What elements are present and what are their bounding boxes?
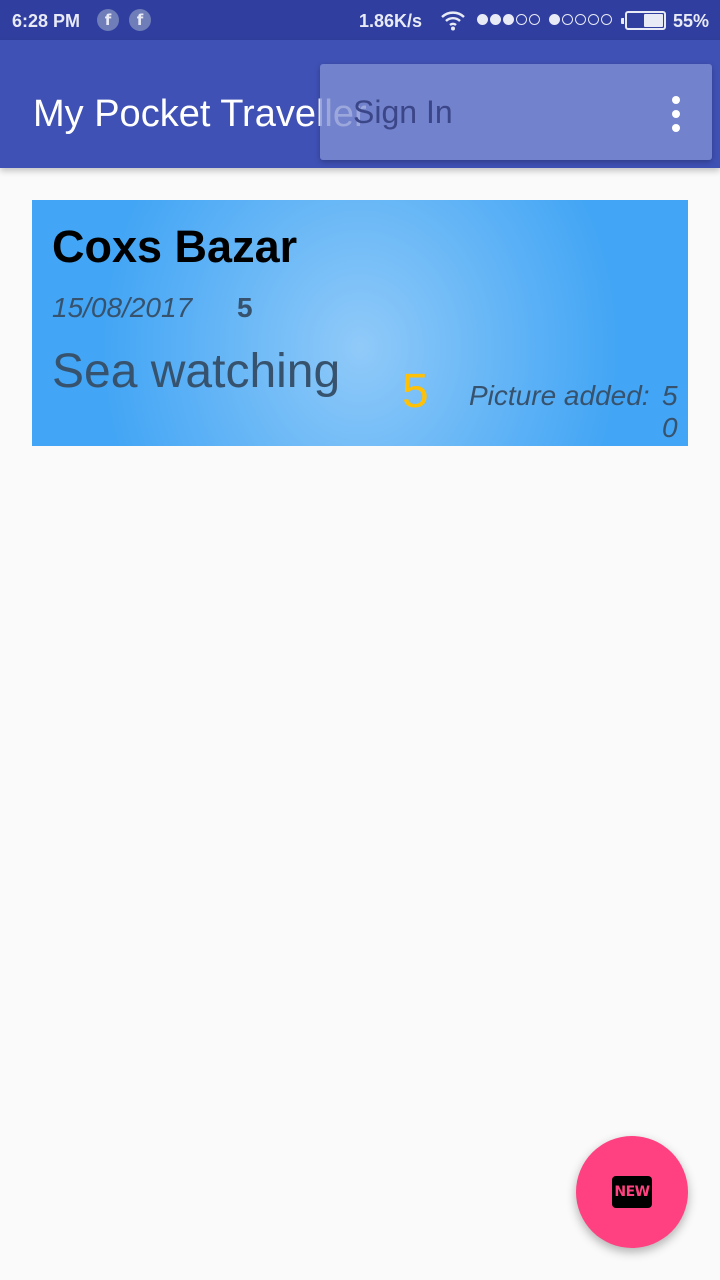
trip-title: Coxs Bazar — [52, 221, 298, 272]
overflow-menu-popup: Sign In — [320, 64, 712, 160]
network-speed: 1.86K/s — [359, 11, 423, 31]
trip-days: 5 — [237, 292, 253, 323]
sign-in-menu-item[interactable]: Sign In — [353, 92, 453, 132]
sim2-signal-icon — [549, 14, 612, 25]
signal-dot — [490, 14, 501, 25]
trip-description: Sea watching — [52, 345, 341, 398]
app-title: My Pocket Traveller — [33, 93, 367, 135]
signal-dot — [503, 14, 514, 25]
new-icon: NEW — [612, 1176, 652, 1208]
trip-rating: 5 — [402, 365, 429, 418]
battery-icon — [621, 11, 666, 30]
signal-dot — [562, 14, 573, 25]
pictures-added-label: Picture added: — [469, 380, 650, 411]
battery-percent: 55% — [673, 11, 710, 31]
pictures-added-count: 50 — [662, 380, 678, 443]
sim1-signal-icon — [477, 14, 540, 25]
signal-dot — [549, 14, 560, 25]
trip-card[interactable]: Coxs Bazar 15/08/2017 5 Sea watching 5 P… — [32, 200, 688, 446]
signal-dot — [477, 14, 488, 25]
facebook-icon: f — [97, 9, 119, 31]
signal-dot — [575, 14, 586, 25]
trip-date: 15/08/2017 — [52, 292, 193, 323]
wifi-icon — [441, 11, 465, 31]
signal-dot — [529, 14, 540, 25]
more-vert-icon[interactable] — [664, 94, 688, 134]
signal-dot — [588, 14, 599, 25]
app-bar: My Pocket Traveller Sign In — [0, 40, 720, 168]
facebook-icon: f — [129, 9, 151, 31]
status-bar: 6:28 PM f f 1.86K/s 55% — [0, 0, 720, 40]
new-trip-button[interactable]: NEW — [576, 1136, 688, 1248]
status-time: 6:28 PM — [12, 11, 81, 31]
signal-dot — [516, 14, 527, 25]
signal-dot — [601, 14, 612, 25]
